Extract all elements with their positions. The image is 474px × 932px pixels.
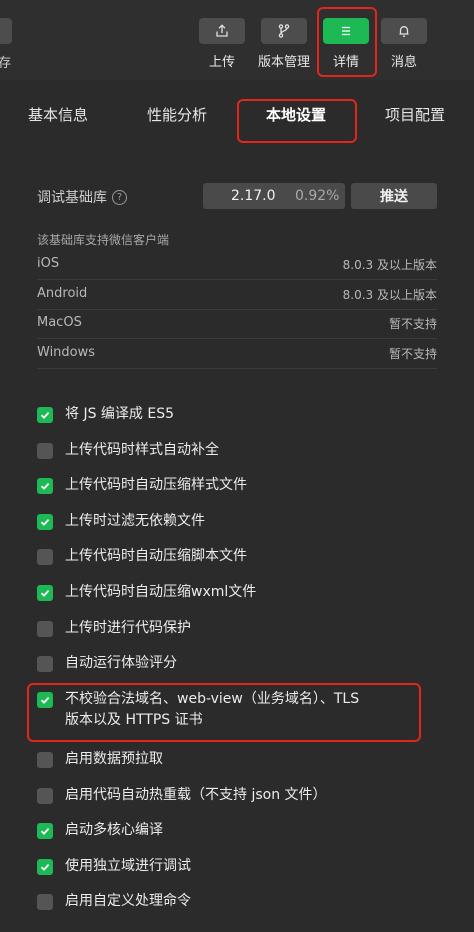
check-icon — [40, 482, 50, 490]
option-label: 上传代码时自动压缩样式文件 — [65, 475, 247, 496]
option-checkbox[interactable] — [37, 407, 53, 423]
branch-icon — [278, 24, 290, 38]
option-label-line: 使用独立域进行调试 — [65, 858, 191, 874]
option-row[interactable]: 上传时过滤无依赖文件 — [37, 513, 205, 532]
debug-base-label: 调试基础库 ? — [37, 187, 127, 207]
option-checkbox[interactable] — [37, 585, 53, 601]
tab-basic-info[interactable]: 基本信息 — [28, 104, 88, 125]
option-label: 启用数据预拉取 — [65, 749, 163, 770]
option-row[interactable]: 启用代码自动热重载（不支持 json 文件） — [37, 787, 327, 806]
check-icon — [40, 589, 50, 597]
option-checkbox[interactable] — [37, 752, 53, 768]
option-checkbox[interactable] — [37, 788, 53, 804]
option-label: 启用代码自动热重载（不支持 json 文件） — [65, 785, 327, 806]
domain-check-highlight-box — [27, 683, 421, 742]
help-icon[interactable]: ? — [112, 189, 127, 205]
option-label: 上传代码时自动压缩脚本文件 — [65, 546, 247, 567]
option-row[interactable]: 使用独立域进行调试 — [37, 858, 191, 877]
option-label: 上传时进行代码保护 — [65, 618, 191, 639]
support-title: 该基础库支持微信客户端 — [37, 233, 170, 247]
upload-label: 上传 — [208, 55, 235, 70]
check-icon — [40, 518, 50, 526]
platform-row: MacOS 暂不支持 — [37, 310, 437, 339]
option-label-line: 启动多核心编译 — [65, 822, 163, 838]
base-version-select[interactable]: 2.17.0 0.92% — [203, 183, 345, 209]
option-checkbox[interactable] — [37, 894, 53, 910]
option-checkbox[interactable] — [37, 823, 53, 839]
platform-support-value: 暂不支持 — [388, 317, 437, 331]
local-settings-highlight-box — [237, 99, 357, 143]
option-row[interactable]: 上传时进行代码保护 — [37, 620, 191, 639]
option-row[interactable]: 上传代码时自动压缩wxml文件 — [37, 584, 256, 603]
platform-name: MacOS — [37, 315, 82, 330]
platform-row: iOS 8.0.3 及以上版本 — [37, 251, 437, 280]
option-label: 自动运行体验评分 — [65, 653, 177, 674]
version-manage-button[interactable] — [261, 18, 307, 44]
messages-button[interactable] — [381, 18, 427, 44]
option-checkbox[interactable] — [37, 514, 53, 530]
details-highlight-box — [317, 7, 377, 77]
option-label-line: 启用数据预拉取 — [65, 751, 163, 767]
base-version-value: 2.17.0 — [231, 188, 276, 204]
option-row[interactable]: 上传代码时自动压缩样式文件 — [37, 477, 247, 496]
option-label: 将 JS 编译成 ES5 — [65, 404, 174, 425]
platform-name: iOS — [37, 256, 60, 271]
option-checkbox[interactable] — [37, 859, 53, 875]
option-label-line: 上传代码时样式自动补全 — [65, 442, 219, 458]
upload-icon — [216, 24, 228, 37]
platform-support-value: 暂不支持 — [388, 347, 437, 361]
platform-support-value: 8.0.3 及以上版本 — [342, 258, 437, 272]
platform-row: Android 8.0.3 及以上版本 — [37, 281, 437, 310]
option-label-line: 上传代码时自动压缩脚本文件 — [65, 548, 247, 564]
option-row[interactable]: 启用自定义处理命令 — [37, 893, 191, 912]
platform-row: Windows 暂不支持 — [37, 340, 437, 369]
option-label-line: 自动运行体验评分 — [65, 655, 177, 671]
option-label-line: 上传代码时自动压缩样式文件 — [65, 477, 247, 493]
option-checkbox[interactable] — [37, 621, 53, 637]
option-checkbox[interactable] — [37, 656, 53, 672]
option-label-line: 启用自定义处理命令 — [65, 893, 191, 909]
option-row[interactable]: 自动运行体验评分 — [37, 655, 177, 674]
platform-support-value: 8.0.3 及以上版本 — [342, 288, 437, 302]
left-toolbar-label-partial: 存 — [0, 56, 12, 71]
option-label-line: 上传时过滤无依赖文件 — [65, 513, 205, 529]
option-checkbox[interactable] — [37, 443, 53, 459]
check-icon — [40, 411, 50, 419]
option-row[interactable]: 上传代码时样式自动补全 — [37, 442, 219, 461]
upload-button[interactable] — [199, 18, 245, 44]
option-label: 使用独立域进行调试 — [65, 856, 191, 877]
push-button[interactable]: 推送 — [351, 183, 437, 209]
option-label-line: 上传代码时自动压缩wxml文件 — [65, 584, 257, 600]
option-label: 上传代码时自动压缩wxml文件 — [65, 582, 256, 603]
bell-icon — [399, 26, 409, 37]
check-icon — [40, 827, 50, 835]
option-label: 启动多核心编译 — [65, 820, 163, 841]
check-icon — [40, 863, 50, 871]
platform-name: Android — [37, 286, 88, 301]
toolbar: 存 上传 版本管理 详情 消息 — [0, 0, 474, 80]
option-row[interactable]: 启动多核心编译 — [37, 822, 163, 841]
tab-performance[interactable]: 性能分析 — [147, 104, 207, 125]
option-row[interactable]: 上传代码时自动压缩脚本文件 — [37, 548, 247, 567]
option-row[interactable]: 启用数据预拉取 — [37, 751, 163, 770]
messages-label: 消息 — [390, 55, 417, 70]
option-checkbox[interactable] — [37, 549, 53, 565]
option-label-line: 将 JS 编译成 ES5 — [65, 406, 175, 422]
left-toolbar-button-partial[interactable] — [0, 18, 12, 44]
tab-project-config[interactable]: 项目配置 — [385, 104, 445, 125]
option-label-line: 启用代码自动热重载（不支持 json 文件） — [65, 787, 327, 803]
option-label: 上传时过滤无依赖文件 — [65, 511, 205, 532]
settings-panel: 存 上传 版本管理 详情 消息 基本信息 性能分析 本地设置 项目配置 调试基础… — [0, 0, 474, 932]
base-version-percent: 0.92% — [295, 188, 340, 204]
option-label: 上传代码时样式自动补全 — [65, 440, 219, 461]
debug-base-label-text: 调试基础库 — [37, 190, 107, 206]
option-checkbox[interactable] — [37, 478, 53, 494]
platform-name: Windows — [37, 345, 96, 360]
version-manage-label: 版本管理 — [257, 55, 310, 70]
option-label: 启用自定义处理命令 — [65, 891, 191, 912]
option-label-line: 上传时进行代码保护 — [65, 620, 191, 636]
option-row[interactable]: 将 JS 编译成 ES5 — [37, 406, 174, 425]
